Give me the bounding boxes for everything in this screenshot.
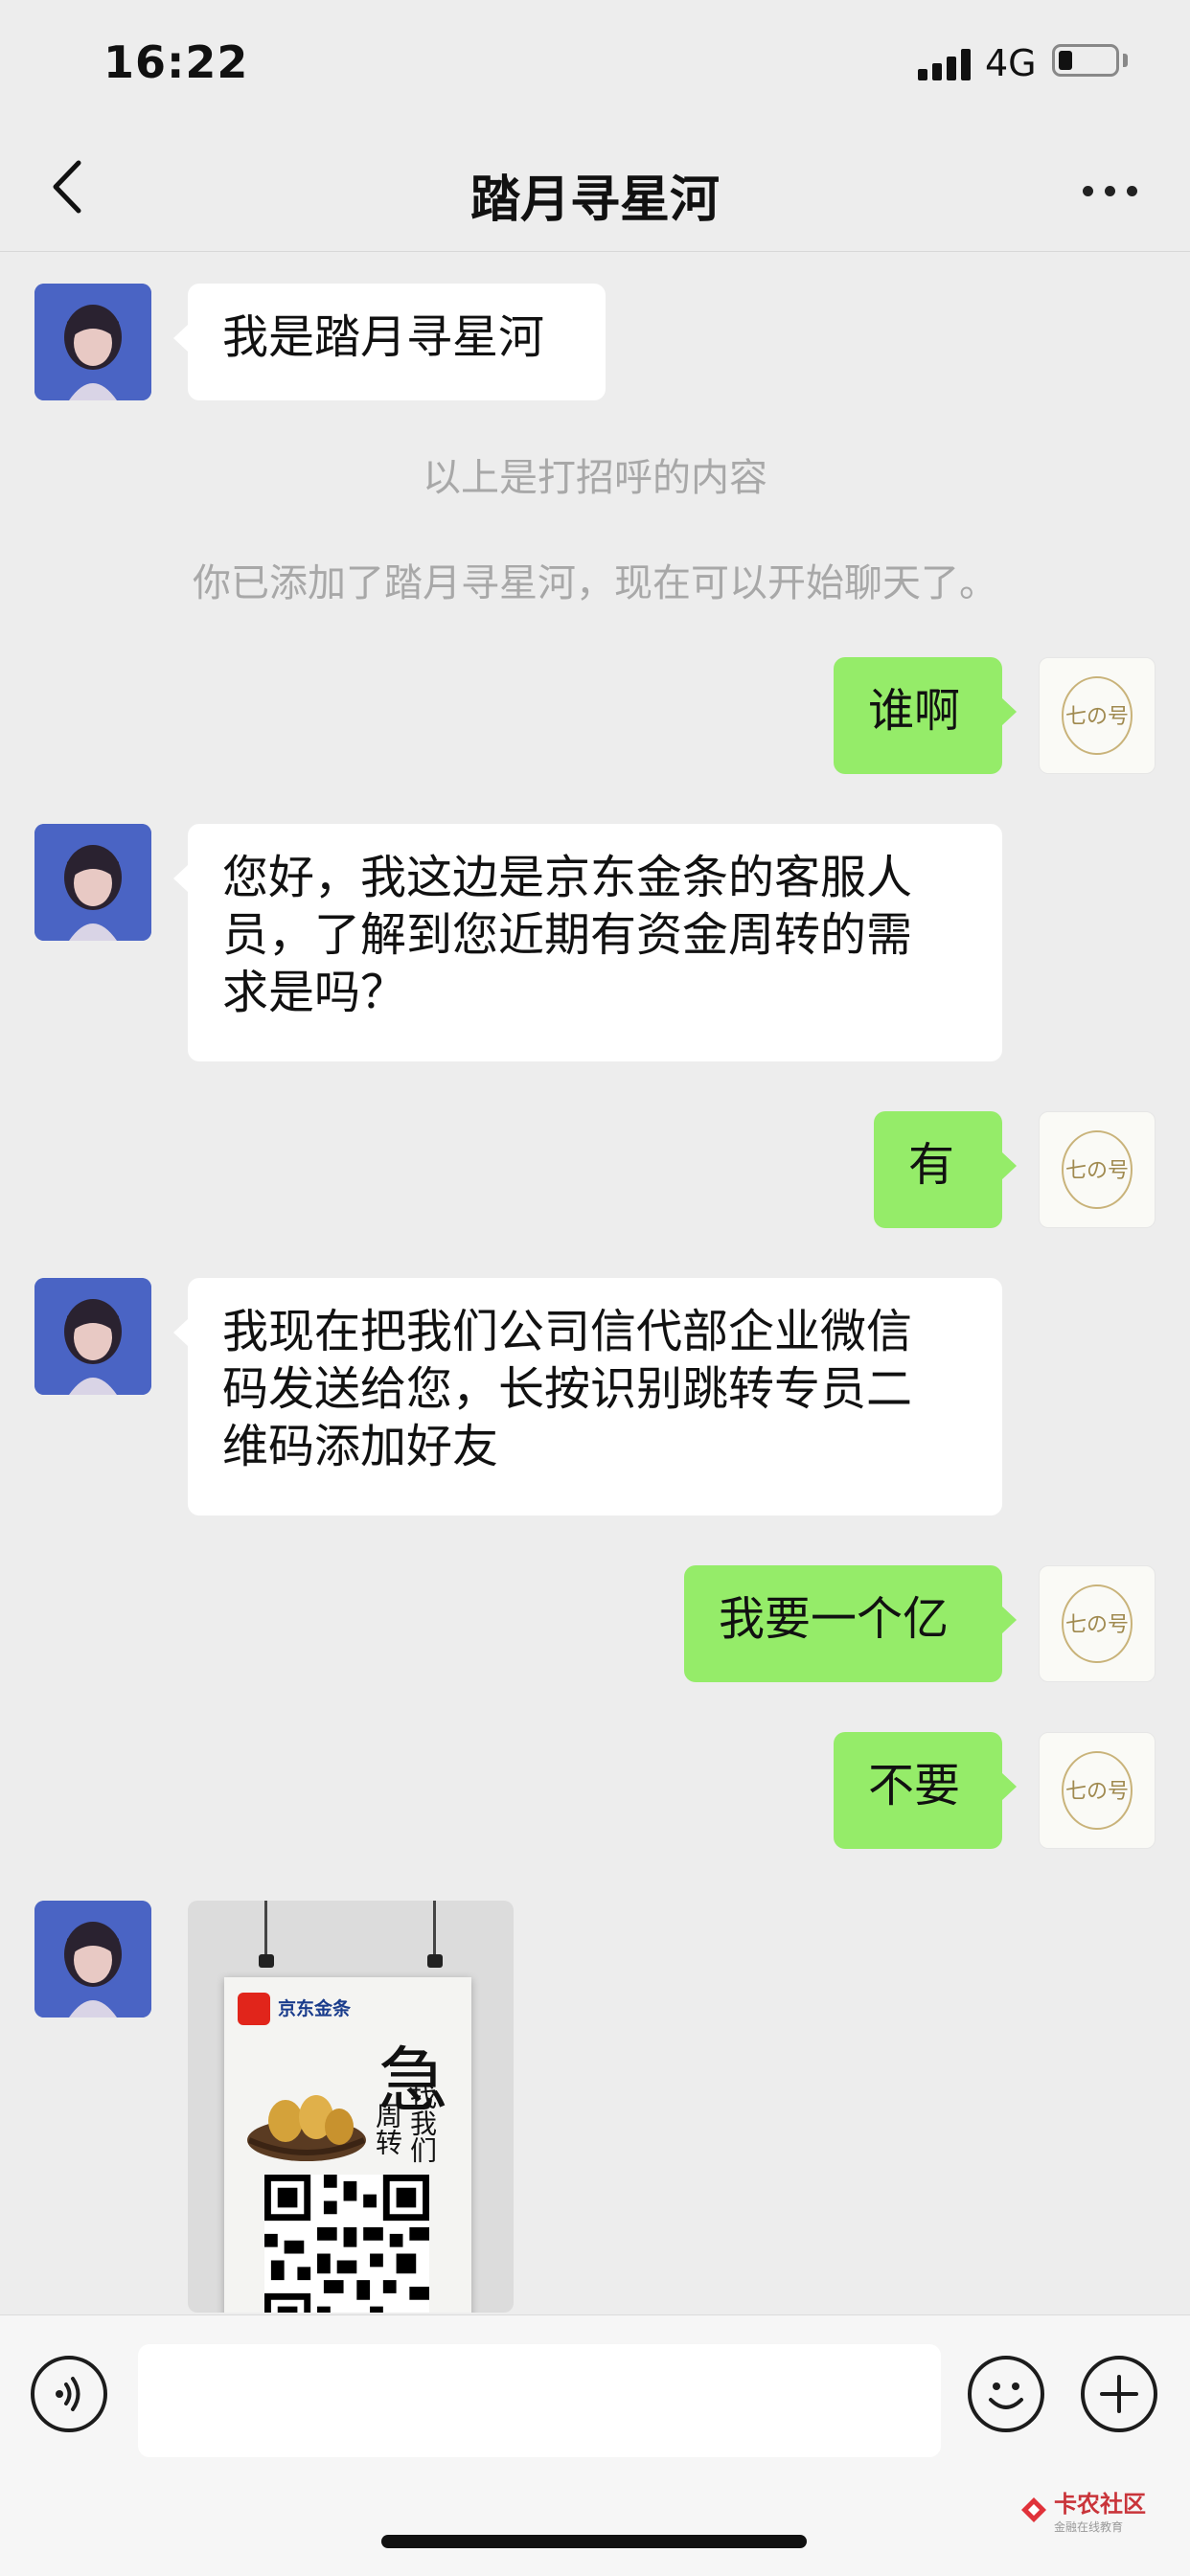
poster-tagline: 周转 xyxy=(372,2102,403,2155)
peer-avatar[interactable] xyxy=(34,284,151,400)
message-line: 您好，我这边是京东金条的客服人 xyxy=(222,851,913,904)
poster-tagline: 找我们 xyxy=(406,2083,438,2163)
message-bubble-in[interactable]: 您好，我这边是京东金条的客服人 员，了解到您近期有资金周转的需 求是吗？ xyxy=(173,824,1002,1061)
avatar-text: 七の号 xyxy=(1065,1613,1129,1637)
poster-clip xyxy=(259,1954,274,1968)
more-functions-button[interactable] xyxy=(1081,2356,1157,2432)
battery-icon xyxy=(1052,44,1119,77)
watermark-text: 卡农社区 xyxy=(1054,2491,1146,2518)
message-bubble-out[interactable]: 不要 xyxy=(834,1732,1017,1849)
qr-poster: 京东金条 急 找我们 周转 xyxy=(224,1977,471,2313)
voice-button[interactable] xyxy=(31,2356,107,2432)
poster-wire xyxy=(264,1901,267,1958)
poster-brand: 京东金条 xyxy=(278,1998,352,2019)
avatar-text: 七の号 xyxy=(1065,1780,1129,1804)
message-bubble-out[interactable]: 我要一个亿 xyxy=(684,1565,1017,1682)
peer-avatar[interactable] xyxy=(34,824,151,941)
my-avatar[interactable]: 七の号 xyxy=(1039,657,1156,774)
poster-clip xyxy=(427,1954,443,1968)
watermark: 卡农社区 金融在线教育 xyxy=(1019,2485,1146,2535)
wreath-avatar-icon: 七の号 xyxy=(1062,1130,1133,1209)
wreath-avatar-icon: 七の号 xyxy=(1062,676,1133,755)
system-note: 你已添加了踏月寻星河，现在可以开始聊天了。 xyxy=(193,561,997,605)
status-time: 16:22 xyxy=(103,36,249,88)
message-text: 不要 xyxy=(868,1759,961,1812)
network-type: 4G xyxy=(985,42,1037,84)
message-line: 维码添加好友 xyxy=(222,1420,499,1473)
brand-logo-icon xyxy=(238,1993,270,2025)
message-bubble-in[interactable]: 我现在把我们公司信代部企业微信 码发送给您，长按识别跳转专员二 维码添加好友 xyxy=(173,1278,1002,1516)
avatar-text: 七の号 xyxy=(1065,705,1129,729)
avatar-text: 七の号 xyxy=(1065,1159,1129,1183)
my-avatar[interactable]: 七の号 xyxy=(1039,1732,1156,1849)
girl-avatar-icon xyxy=(34,824,151,941)
golden-eggs-nest-icon xyxy=(247,2095,366,2161)
watermark-logo-icon xyxy=(1021,2497,1046,2522)
message-line: 员，了解到您近期有资金周转的需 xyxy=(222,908,913,962)
qr-code-icon xyxy=(264,2175,429,2313)
status-bar: 16:22 4G xyxy=(0,0,1190,125)
message-bubble-out[interactable]: 有 xyxy=(874,1111,1017,1228)
message-input[interactable] xyxy=(138,2344,941,2457)
battery-tip xyxy=(1123,54,1128,67)
smiley-icon xyxy=(989,2382,1023,2409)
my-avatar[interactable]: 七の号 xyxy=(1039,1565,1156,1682)
chat-title: 踏月寻星河 xyxy=(469,171,720,229)
plus-icon xyxy=(1100,2375,1138,2413)
voice-icon xyxy=(56,2377,80,2411)
message-text: 有 xyxy=(908,1138,955,1192)
message-line: 码发送给您，长按识别跳转专员二 xyxy=(222,1362,913,1416)
home-indicator[interactable] xyxy=(381,2535,807,2548)
message-bubble-out[interactable]: 谁啊 xyxy=(834,657,1017,774)
system-note: 以上是打招呼的内容 xyxy=(423,456,767,500)
peer-avatar[interactable] xyxy=(34,1278,151,1395)
message-text: 我要一个亿 xyxy=(719,1592,950,1646)
wreath-avatar-icon: 七の号 xyxy=(1062,1584,1133,1663)
peer-avatar[interactable] xyxy=(34,1901,151,2017)
poster-wire xyxy=(433,1901,436,1958)
message-bubble-in[interactable]: 我是踏月寻星河 xyxy=(173,284,606,400)
image-message[interactable]: 京东金条 急 找我们 周转 xyxy=(188,1901,514,2313)
signal-icon xyxy=(918,48,972,80)
message-text: 我是踏月寻星河 xyxy=(222,310,545,364)
message-text: 谁啊 xyxy=(868,684,961,738)
emoji-button[interactable] xyxy=(968,2356,1044,2432)
girl-avatar-icon xyxy=(34,284,151,400)
girl-avatar-icon xyxy=(34,1278,151,1395)
girl-avatar-icon xyxy=(34,1901,151,2017)
message-line: 我现在把我们公司信代部企业微信 xyxy=(222,1305,913,1358)
my-avatar[interactable]: 七の号 xyxy=(1039,1111,1156,1228)
wreath-avatar-icon: 七の号 xyxy=(1062,1751,1133,1830)
chat-header: 踏月寻星河 xyxy=(0,125,1190,252)
more-options-button[interactable] xyxy=(1073,172,1150,211)
message-line: 求是吗？ xyxy=(222,966,407,1019)
watermark-subtext: 金融在线教育 xyxy=(1054,2520,1124,2534)
